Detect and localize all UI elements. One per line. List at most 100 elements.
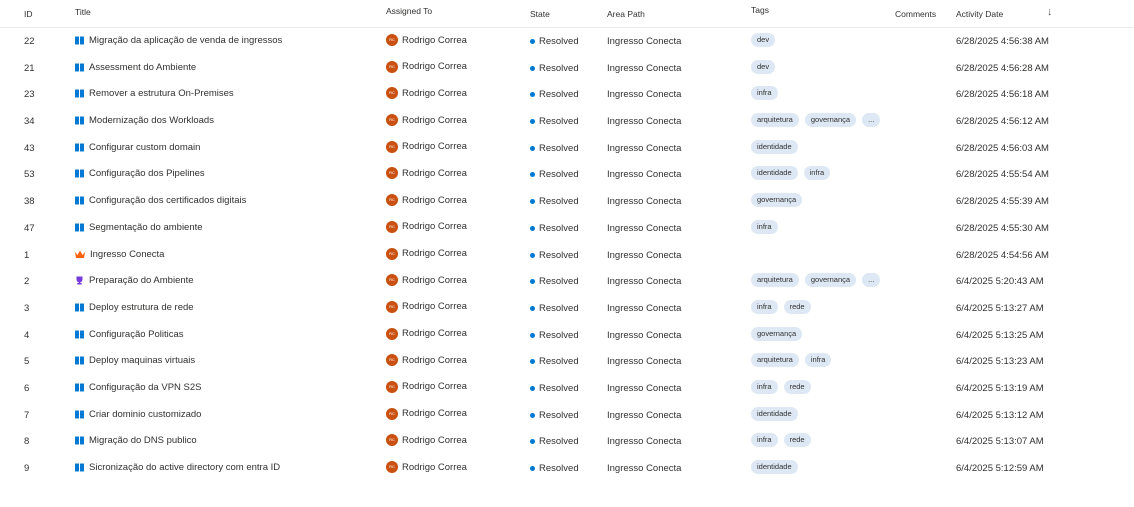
work-item-title[interactable]: Preparação do Ambiente — [89, 275, 194, 286]
work-item-title-cell[interactable]: Configuração dos certificados digitais — [75, 195, 246, 206]
table-row[interactable]: 9 Sicronização do active directory com e… — [0, 455, 1134, 482]
work-item-title[interactable]: Configuração dos certificados digitais — [89, 195, 246, 206]
table-row[interactable]: 43 Configurar custom domain RC Rodrigo C… — [0, 135, 1134, 162]
table-row[interactable]: 2 Preparação do Ambiente RC Rodrigo Corr… — [0, 268, 1134, 295]
work-item-title-cell[interactable]: Migração do DNS publico — [75, 435, 197, 446]
area-path: Ingresso Conecta — [607, 329, 682, 341]
work-item-title[interactable]: Deploy maquinas virtuais — [89, 355, 195, 366]
area-path: Ingresso Conecta — [607, 463, 682, 474]
table-row[interactable]: 47 Segmentação do ambiente RC Rodrigo Co… — [0, 215, 1134, 242]
table-row[interactable]: 34 Modernização dos Workloads RC Rodrigo… — [0, 108, 1134, 135]
column-header-area-path[interactable]: Area Path — [607, 9, 645, 19]
work-item-title[interactable]: Sicronização do active directory com ent… — [89, 462, 280, 473]
work-item-title-cell[interactable]: Ingresso Conecta — [75, 249, 164, 260]
avatar: RC — [386, 461, 398, 473]
work-item-title-cell[interactable]: Configurar custom domain — [75, 142, 200, 153]
work-item-title[interactable]: Deploy estrutura de rede — [89, 302, 194, 313]
sort-descending-icon[interactable]: ↓ — [1047, 6, 1053, 18]
column-header-tags[interactable]: Tags — [751, 5, 769, 15]
tag-chip[interactable]: arquitetura — [751, 353, 799, 368]
work-item-title-cell[interactable]: Remover a estrutura On-Premises — [75, 88, 234, 99]
work-item-title[interactable]: Assessment do Ambiente — [89, 62, 196, 73]
work-item-title-cell[interactable]: Preparação do Ambiente — [75, 275, 194, 286]
tag-chip[interactable]: governança — [804, 113, 857, 128]
work-item-title[interactable]: Ingresso Conecta — [90, 249, 164, 260]
work-item-title[interactable]: Migração da aplicação de venda de ingres… — [89, 35, 282, 46]
tag-chip[interactable]: infra — [804, 353, 832, 368]
work-item-title-cell[interactable]: Migração da aplicação de venda de ingres… — [75, 35, 282, 46]
table-row[interactable]: 5 Deploy maquinas virtuais RC Rodrigo Co… — [0, 348, 1134, 375]
tag-chip[interactable]: ... — [862, 273, 881, 288]
column-header-comments[interactable]: Comments — [895, 9, 936, 19]
work-item-title[interactable]: Segmentação do ambiente — [89, 222, 203, 233]
table-row[interactable]: 22 Migração da aplicação de venda de ing… — [0, 28, 1134, 55]
tag-chip[interactable]: governança — [751, 193, 803, 208]
tag-chip[interactable]: infra — [751, 299, 778, 314]
work-item-title-cell[interactable]: Deploy estrutura de rede — [75, 302, 194, 313]
column-header-activity-date[interactable]: Activity Date — [956, 9, 1003, 19]
work-item-id: 21 — [24, 62, 35, 74]
work-item-title[interactable]: Configuração dos Pipelines — [89, 168, 205, 179]
tag-chip[interactable]: rede — [783, 379, 811, 394]
table-row[interactable]: 7 Criar dominio customizado RC Rodrigo C… — [0, 402, 1134, 429]
table-row[interactable]: 1 Ingresso Conecta RC Rodrigo Correa Res… — [0, 242, 1134, 269]
tag-chip[interactable]: infra — [751, 379, 778, 394]
tag-chip[interactable]: infra — [751, 433, 778, 448]
activity-date: 6/4/2025 5:13:27 AM — [956, 302, 1044, 314]
tag-chip[interactable]: identidade — [751, 406, 798, 421]
work-item-title-cell[interactable]: Modernização dos Workloads — [75, 115, 214, 126]
tag-chip[interactable]: identidade — [751, 139, 798, 154]
work-item-title[interactable]: Criar dominio customizado — [89, 409, 201, 420]
work-item-title-cell[interactable]: Configuração Politicas — [75, 329, 184, 340]
table-row[interactable]: 4 Configuração Politicas RC Rodrigo Corr… — [0, 322, 1134, 349]
work-item-title-cell[interactable]: Criar dominio customizado — [75, 409, 201, 420]
epic-icon — [75, 250, 85, 259]
tag-chip[interactable]: infra — [803, 166, 831, 181]
work-item-id: 34 — [24, 116, 35, 128]
tag-chip[interactable]: infra — [751, 219, 778, 234]
work-item-title[interactable]: Remover a estrutura On-Premises — [89, 88, 234, 99]
tag-chip[interactable]: ... — [862, 113, 881, 128]
work-item-title[interactable]: Migração do DNS publico — [89, 435, 197, 446]
state-dot-icon — [530, 305, 535, 311]
assigned-to-cell: RC Rodrigo Correa — [386, 354, 467, 367]
activity-date: 6/4/2025 5:13:12 AM — [956, 409, 1044, 421]
tag-chip[interactable]: arquitetura — [751, 273, 799, 288]
work-item-title-cell[interactable]: Configuração dos Pipelines — [75, 168, 205, 179]
tag-chip[interactable]: identidade — [751, 166, 798, 181]
work-item-title[interactable]: Configuração da VPN S2S — [89, 382, 201, 393]
column-header-assigned-to[interactable]: Assigned To — [386, 6, 432, 16]
work-item-title-cell[interactable]: Sicronização do active directory com ent… — [75, 462, 280, 473]
tag-chip[interactable]: arquitetura — [751, 113, 799, 128]
tag-chip[interactable]: rede — [783, 299, 811, 314]
activity-date: 6/28/2025 4:56:03 AM — [956, 142, 1049, 154]
work-item-title-cell[interactable]: Deploy maquinas virtuais — [75, 355, 195, 366]
table-row[interactable]: 21 Assessment do Ambiente RC Rodrigo Cor… — [0, 55, 1134, 82]
tags-cell: arquitetura governança... — [751, 273, 881, 288]
table-row[interactable]: 8 Migração do DNS publico RC Rodrigo Cor… — [0, 428, 1134, 455]
table-row[interactable]: 6 Configuração da VPN S2S RC Rodrigo Cor… — [0, 375, 1134, 402]
tag-chip[interactable]: infra — [751, 86, 778, 101]
avatar: RC — [386, 34, 398, 46]
work-item-title-cell[interactable]: Configuração da VPN S2S — [75, 382, 201, 393]
work-item-title[interactable]: Configuração Politicas — [89, 329, 184, 340]
tag-chip[interactable]: governança — [751, 326, 803, 341]
tag-chip[interactable]: rede — [783, 433, 811, 448]
column-header-state[interactable]: State — [530, 9, 550, 19]
column-header-id[interactable]: ID — [24, 9, 33, 19]
work-item-title-cell[interactable]: Assessment do Ambiente — [75, 62, 196, 73]
work-item-title[interactable]: Modernização dos Workloads — [89, 115, 214, 126]
table-row[interactable]: 53 Configuração dos Pipelines RC Rodrigo… — [0, 161, 1134, 188]
table-row[interactable]: 23 Remover a estrutura On-Premises RC Ro… — [0, 81, 1134, 108]
tags-cell: identidade — [751, 406, 798, 421]
work-item-title-cell[interactable]: Segmentação do ambiente — [75, 222, 203, 233]
table-row[interactable]: 38 Configuração dos certificados digitai… — [0, 188, 1134, 215]
tag-chip[interactable]: identidade — [751, 460, 798, 474]
table-row[interactable]: 3 Deploy estrutura de rede RC Rodrigo Co… — [0, 295, 1134, 322]
avatar: RC — [386, 60, 398, 73]
tag-chip[interactable]: governança — [804, 273, 857, 288]
tag-chip[interactable]: dev — [751, 59, 776, 74]
column-header-title[interactable]: Title — [75, 7, 91, 17]
tag-chip[interactable]: dev — [751, 33, 776, 47]
work-item-title[interactable]: Configurar custom domain — [89, 142, 200, 153]
